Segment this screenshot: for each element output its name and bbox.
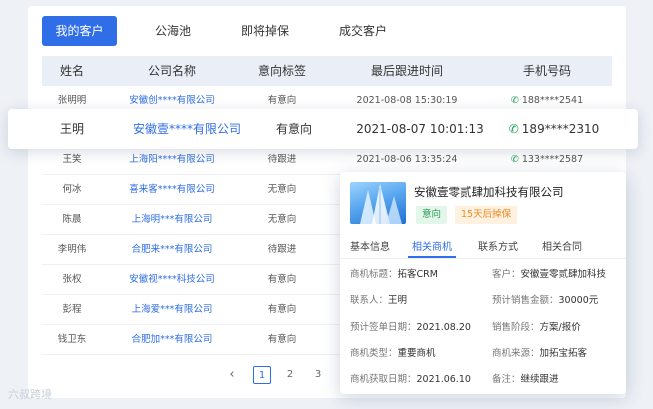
column-header-last-follow: 最后跟进时间 <box>370 64 443 78</box>
tab-closed-customers[interactable]: 成交客户 <box>328 16 398 46</box>
page-3-button[interactable]: 3 <box>309 366 327 384</box>
row-name: 彭程 <box>62 304 82 315</box>
column-header-name: 姓名 <box>59 64 84 78</box>
row-company[interactable]: 喜来客****有限公司 <box>112 175 232 205</box>
row-name: 陈晨 <box>62 214 82 225</box>
row-name: 王笑 <box>62 154 82 165</box>
opportunity-detail-popup: 安徽壹零贰肆加科技有限公司 意向 15天后掉保 基本信息 相关商机 联系方式 相… <box>340 172 626 394</box>
field-opportunity-type: 商机类型：重要商机 <box>350 348 436 359</box>
field-contact: 联系人：王明 <box>350 295 408 306</box>
column-header-phone: 手机号码 <box>522 64 571 78</box>
field-sign-date: 预计签单日期：2021.08.20 <box>350 322 471 333</box>
expiry-badge: 15天后掉保 <box>455 206 518 224</box>
row-company[interactable]: 合肥来***有限公司 <box>112 235 232 265</box>
page-1-button[interactable]: 1 <box>253 366 271 384</box>
page-2-button[interactable]: 2 <box>281 366 299 384</box>
watermark: 六叔跨境 <box>8 388 52 401</box>
field-customer: 客户：安徽壹零贰肆加科技 <box>492 269 607 280</box>
tab-related-opportunities[interactable]: 相关商机 <box>412 238 452 253</box>
row-phone-number: 188****2541 <box>521 95 584 106</box>
field-remark: 备注：继续跟进 <box>492 374 559 385</box>
table-row[interactable]: 王笑 上海阳****有限公司 待跟进 2021-08-06 13:35:24 ✆… <box>42 145 612 175</box>
row-tag: 有意向 <box>267 274 297 285</box>
row-tag: 有意向 <box>275 122 312 136</box>
row-name: 王明 <box>59 122 84 136</box>
table-header: 姓名 公司名称 意向标签 最后跟进时间 手机号码 <box>42 56 612 86</box>
field-expected-amount: 预计销售金额：30000元 <box>492 295 599 306</box>
tab-expiring[interactable]: 即将掉保 <box>232 16 298 46</box>
phone-icon: ✆ <box>508 122 519 136</box>
row-company[interactable]: 安徽壹****有限公司 <box>112 109 262 149</box>
row-company[interactable]: 上海阳****有限公司 <box>112 145 232 175</box>
row-tag: 无意向 <box>267 214 297 225</box>
row-name: 李明伟 <box>57 244 87 255</box>
row-name: 何冰 <box>62 184 82 195</box>
row-tag: 待跟进 <box>267 244 297 255</box>
tab-my-customers[interactable]: 我的客户 <box>42 16 117 46</box>
divider <box>340 258 626 259</box>
tab-public-pool[interactable]: 公海池 <box>140 16 206 46</box>
row-tag: 有意向 <box>267 334 297 345</box>
field-sales-stage: 销售阶段：方案/报价 <box>492 322 581 333</box>
row-company[interactable]: 上海爱***有限公司 <box>112 295 232 325</box>
row-tag: 待跟进 <box>267 154 297 165</box>
field-acquire-date: 商机获取日期：2021.06.10 <box>350 374 471 385</box>
phone-icon: ✆ <box>510 154 519 165</box>
row-last-follow: 2021-08-07 10:01:13 <box>356 122 484 136</box>
row-name: 张权 <box>62 274 82 285</box>
column-header-tag: 意向标签 <box>257 64 306 78</box>
column-header-company: 公司名称 <box>147 64 196 78</box>
tab-related-contracts[interactable]: 相关合同 <box>542 238 582 253</box>
row-tag: 有意向 <box>267 304 297 315</box>
phone-icon: ✆ <box>510 95 519 106</box>
row-tag: 无意向 <box>267 184 297 195</box>
table-row-highlighted[interactable]: 王明 安徽壹****有限公司 有意向 2021-08-07 10:01:13 ✆… <box>8 109 638 149</box>
company-logo-image <box>350 182 406 224</box>
intent-badge: 意向 <box>416 206 448 224</box>
tab-contact-methods[interactable]: 联系方式 <box>478 238 518 253</box>
row-company[interactable]: 合肥加***有限公司 <box>112 325 232 355</box>
row-phone-number: 189****2310 <box>521 122 600 136</box>
row-phone-number: 133****2587 <box>521 154 584 165</box>
row-name: 钱卫东 <box>57 334 87 345</box>
popup-company-name: 安徽壹零贰肆加科技有限公司 <box>414 185 564 199</box>
field-opportunity-title: 商机标题：拓客CRM <box>350 269 438 280</box>
row-phone[interactable]: ✆ 189****2310 <box>494 109 614 149</box>
tab-basic-info[interactable]: 基本信息 <box>350 238 390 253</box>
field-opportunity-source: 商机来源：加拓宝拓客 <box>492 348 588 359</box>
row-last-follow: 2021-08-06 13:35:24 <box>356 154 458 165</box>
row-company[interactable]: 安徽视****科技公司 <box>112 265 232 295</box>
row-company[interactable]: 上海明***有限公司 <box>112 205 232 235</box>
chevron-left-icon[interactable]: ‹ <box>224 366 240 384</box>
row-phone[interactable]: ✆ 133****2587 <box>492 145 602 175</box>
